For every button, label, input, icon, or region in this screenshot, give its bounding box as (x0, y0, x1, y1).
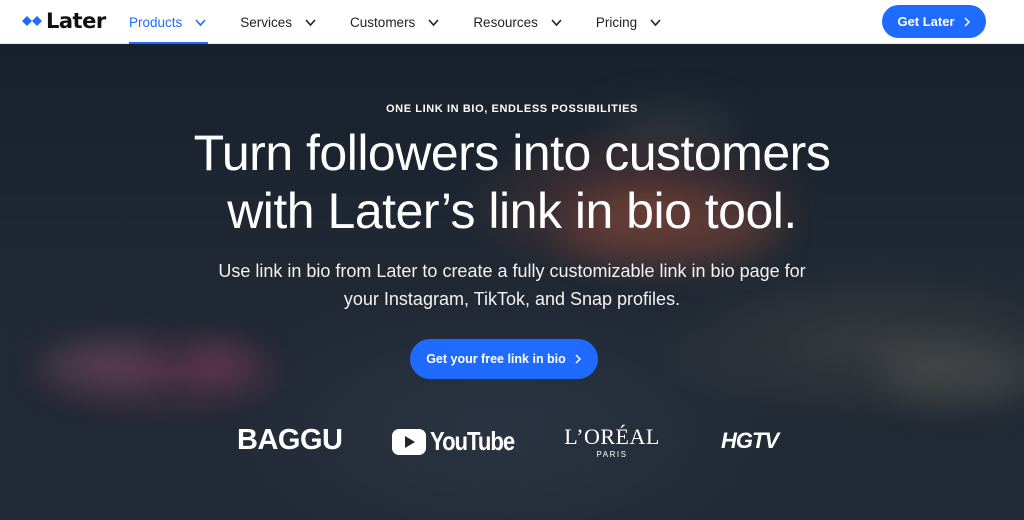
menu-item-resources[interactable]: Resources (473, 0, 562, 44)
headline-line-2: with Later’s link in bio tool. (227, 183, 797, 239)
logo-text: Later (46, 9, 106, 33)
menu-item-customers[interactable]: Customers (350, 0, 439, 44)
later-diamond-logo-icon (22, 16, 42, 26)
youtube-logo: YouTube (392, 426, 529, 457)
hero-headline: Turn followers into customers with Later… (0, 124, 1024, 240)
chevron-down-icon (428, 18, 439, 26)
chevron-right-icon (575, 354, 581, 364)
top-navigation: Later Products Services Customers Resour… (0, 0, 1024, 44)
customer-logos: BAGGU YouTube L’ORÉAL PARIS HGTV (0, 424, 1024, 464)
get-later-button[interactable]: Get Later (882, 5, 986, 38)
hero-section: ONE LINK IN BIO, ENDLESS POSSIBILITIES T… (0, 44, 1024, 520)
chevron-down-icon (650, 18, 661, 26)
hgtv-logo: HGTV (721, 428, 779, 453)
headline-line-1: Turn followers into customers (193, 125, 831, 181)
chevron-down-icon (195, 18, 206, 26)
youtube-play-icon (392, 428, 426, 455)
loreal-logo: L’ORÉAL PARIS (559, 424, 665, 460)
subtitle-line-2: your Instagram, TikTok, and Snap profile… (343, 289, 681, 309)
chevron-down-icon (551, 18, 562, 26)
get-free-link-in-bio-button[interactable]: Get your free link in bio (410, 339, 598, 379)
loreal-wordmark: L’ORÉAL (564, 424, 660, 449)
get-later-label: Get Later (897, 14, 955, 29)
loreal-paris: PARIS (596, 450, 628, 459)
main-menu: Products Services Customers Resources Pr… (129, 0, 695, 44)
youtube-wordmark: YouTube (430, 426, 515, 456)
menu-item-services[interactable]: Services (240, 0, 316, 44)
hero-subtitle: Use link in bio from Later to create a f… (0, 257, 1024, 313)
menu-item-label: Customers (350, 14, 416, 30)
baggu-logo: BAGGU (237, 424, 343, 456)
later-logo[interactable]: Later (22, 9, 106, 33)
menu-item-products[interactable]: Products (129, 0, 209, 44)
hero-eyebrow: ONE LINK IN BIO, ENDLESS POSSIBILITIES (386, 103, 638, 115)
background-blur (180, 349, 260, 379)
menu-item-label: Services (240, 14, 293, 30)
menu-item-pricing[interactable]: Pricing (596, 0, 661, 44)
background-blur (880, 344, 1024, 404)
subtitle-line-1: Use link in bio from Later to create a f… (218, 261, 806, 281)
menu-item-label: Products (129, 14, 183, 30)
cta-main-label: Get your free link in bio (426, 352, 566, 366)
chevron-down-icon (305, 18, 316, 26)
menu-item-label: Resources (473, 14, 538, 30)
background-blur (40, 344, 160, 384)
chevron-right-icon (964, 16, 970, 27)
menu-item-label: Pricing (595, 14, 638, 30)
